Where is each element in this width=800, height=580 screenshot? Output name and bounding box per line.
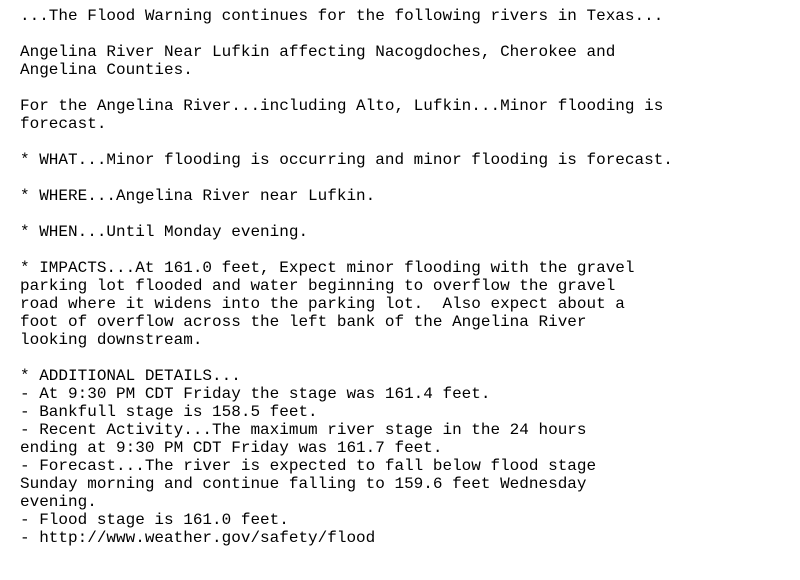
- details-line-forecast-1: - Forecast...The river is expected to fa…: [20, 457, 597, 475]
- details-line-flood-stage: - Flood stage is 161.0 feet.: [20, 511, 289, 529]
- warning-header: ...The Flood Warning continues for the f…: [20, 7, 664, 25]
- impacts-line-3: road where it widens into the parking lo…: [20, 295, 625, 313]
- forecast-line-1: For the Angelina River...including Alto,…: [20, 97, 664, 115]
- impacts-line-5: looking downstream.: [20, 331, 203, 349]
- what-line: * WHAT...Minor flooding is occurring and…: [20, 151, 673, 169]
- details-line-bankfull: - Bankfull stage is 158.5 feet.: [20, 403, 318, 421]
- impacts-line-2: parking lot flooded and water beginning …: [20, 277, 616, 295]
- details-line-recent-1: - Recent Activity...The maximum river st…: [20, 421, 587, 439]
- safety-link[interactable]: - http://www.weather.gov/safety/flood: [20, 529, 790, 547]
- impacts-line-4: foot of overflow across the left bank of…: [20, 313, 587, 331]
- location-line-2: Angelina Counties.: [20, 61, 193, 79]
- where-line: * WHERE...Angelina River near Lufkin.: [20, 187, 376, 205]
- details-heading: * ADDITIONAL DETAILS...: [20, 367, 241, 385]
- details-line-stage: - At 9:30 PM CDT Friday the stage was 16…: [20, 385, 491, 403]
- impacts-line-1: * IMPACTS...At 161.0 feet, Expect minor …: [20, 259, 635, 277]
- flood-warning-document: ...The Flood Warning continues for the f…: [20, 7, 790, 547]
- details-line-forecast-3: evening.: [20, 493, 97, 511]
- when-line: * WHEN...Until Monday evening.: [20, 223, 309, 241]
- details-line-recent-2: ending at 9:30 PM CDT Friday was 161.7 f…: [20, 439, 443, 457]
- details-line-forecast-2: Sunday morning and continue falling to 1…: [20, 475, 587, 493]
- forecast-line-2: forecast.: [20, 115, 107, 133]
- location-line-1: Angelina River Near Lufkin affecting Nac…: [20, 43, 616, 61]
